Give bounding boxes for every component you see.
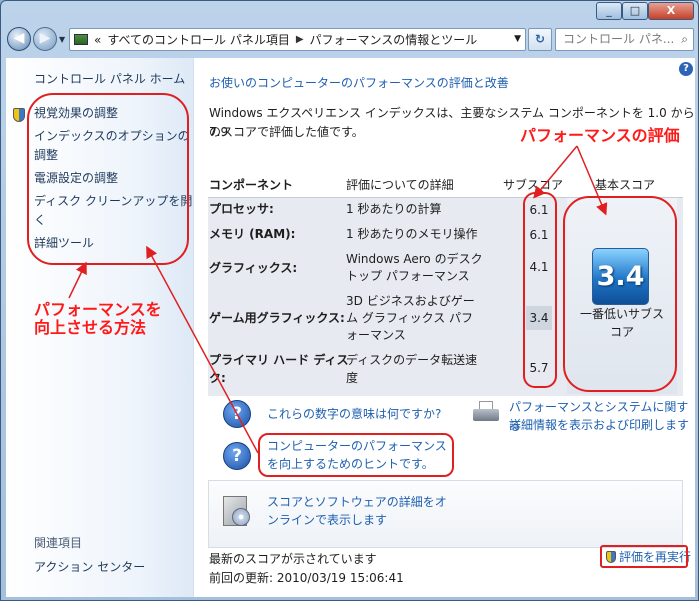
uac-shield-icon (13, 108, 25, 122)
row-component-gaming-graphics: ゲーム用グラフィックス: (209, 311, 345, 325)
link-print-details-2[interactable]: 詳細情報を表示および印刷します (509, 416, 689, 435)
row-detail-disk-1: ディスクのデータ転送速 (346, 353, 478, 367)
minimize-button[interactable]: _ (596, 2, 622, 20)
printer-icon[interactable] (471, 401, 501, 425)
intro-line-2: のスコアで評価した値です。 (209, 125, 364, 139)
column-header-detail: 評価についての詳細 (346, 178, 454, 192)
tips-question-icon[interactable]: ? (223, 442, 251, 470)
sidebar-item-action-center[interactable]: アクション センター (34, 558, 145, 577)
annotation-improve-1: パフォーマンスを (34, 300, 162, 319)
row-detail-gaming-3: ォーマンス (346, 328, 406, 342)
breadcrumb-performance[interactable]: パフォーマンスの情報とツール (310, 31, 478, 48)
breadcrumb-all-items[interactable]: すべてのコントロール パネル項目 (107, 31, 290, 48)
refresh-button[interactable]: ↻ (528, 28, 552, 51)
row-component-memory: メモリ (RAM): (209, 227, 296, 241)
maximize-button[interactable]: □ (622, 2, 648, 20)
search-icon[interactable]: ⌕ (681, 29, 688, 50)
row-component-disk-1: プライマリ ハード ディス (209, 353, 349, 367)
breadcrumb-overflow[interactable]: « (94, 33, 101, 47)
column-header-subscore: サブスコア (503, 178, 564, 192)
row-detail-processor: 1 秒あたりの計算 (346, 202, 442, 216)
related-header: 関連項目 (34, 536, 83, 550)
row-detail-graphics-2: トップ パフォーマンス (346, 269, 470, 283)
control-panel-icon (74, 34, 88, 45)
annotation-oval-subscores (523, 192, 557, 388)
address-dropdown-icon[interactable]: ▼ (514, 34, 521, 44)
row-component-disk-2: ク: (209, 371, 226, 385)
annotation-perf-eval: パフォーマンスの評価 (520, 126, 680, 145)
search-input[interactable]: コントロール パネ... ⌕ (555, 28, 694, 51)
window: _ □ X ◀ ▶ ▼ « すべてのコントロール パネル項目 ▶ パフォーマンス… (0, 0, 699, 601)
breadcrumb-separator-icon[interactable]: ▶ (296, 34, 304, 45)
column-header-component: コンポーネント (209, 178, 294, 192)
close-button[interactable]: X (648, 2, 694, 20)
annotation-oval-basescore (563, 196, 677, 392)
address-bar: ◀ ▶ ▼ « すべてのコントロール パネル項目 ▶ パフォーマンスの情報とツー… (1, 25, 698, 55)
row-detail-disk-2: 度 (346, 371, 359, 385)
content-area: コントロール パネル ホーム 視覚効果の調整 インデックスのオプションの 調整 … (6, 58, 695, 597)
address-field[interactable]: « すべてのコントロール パネル項目 ▶ パフォーマンスの情報とツール ▼ (69, 28, 526, 51)
last-update-text: 前回の更新: 2010/03/19 15:06:41 (209, 571, 404, 585)
back-button[interactable]: ◀ (7, 27, 31, 51)
annotation-rect-rerun (600, 545, 688, 568)
row-component-processor: プロセッサ: (209, 202, 274, 216)
row-detail-memory: 1 秒あたりのメモリ操作 (346, 227, 478, 241)
forward-button[interactable]: ▶ (33, 27, 57, 51)
row-component-graphics: グラフィックス: (209, 261, 298, 275)
column-header-basescore: 基本スコア (595, 178, 656, 192)
page-title: お使いのコンピューターのパフォーマンスの評価と改善 (209, 76, 509, 90)
link-online-2[interactable]: ンラインで表示します (267, 511, 387, 530)
title-bar: _ □ X (1, 1, 698, 23)
annotation-improve-2: 向上させる方法 (34, 318, 147, 337)
annotation-oval-sidebar (27, 93, 189, 265)
sidebar-home-link[interactable]: コントロール パネル ホーム (34, 70, 185, 89)
link-meaning[interactable]: これらの数字の意味は何ですか? (267, 405, 441, 424)
status-text: 最新のスコアが示されています (209, 552, 377, 566)
search-placeholder: コントロール パネ... (563, 32, 675, 46)
help-icon[interactable]: ? (679, 62, 693, 76)
software-box-icon (223, 496, 250, 526)
help-question-icon[interactable]: ? (223, 400, 251, 428)
link-online-1[interactable]: スコアとソフトウェアの詳細をオ (267, 493, 447, 512)
chevron-down-icon[interactable]: ▼ (59, 35, 65, 44)
annotation-oval-tips (258, 433, 454, 477)
